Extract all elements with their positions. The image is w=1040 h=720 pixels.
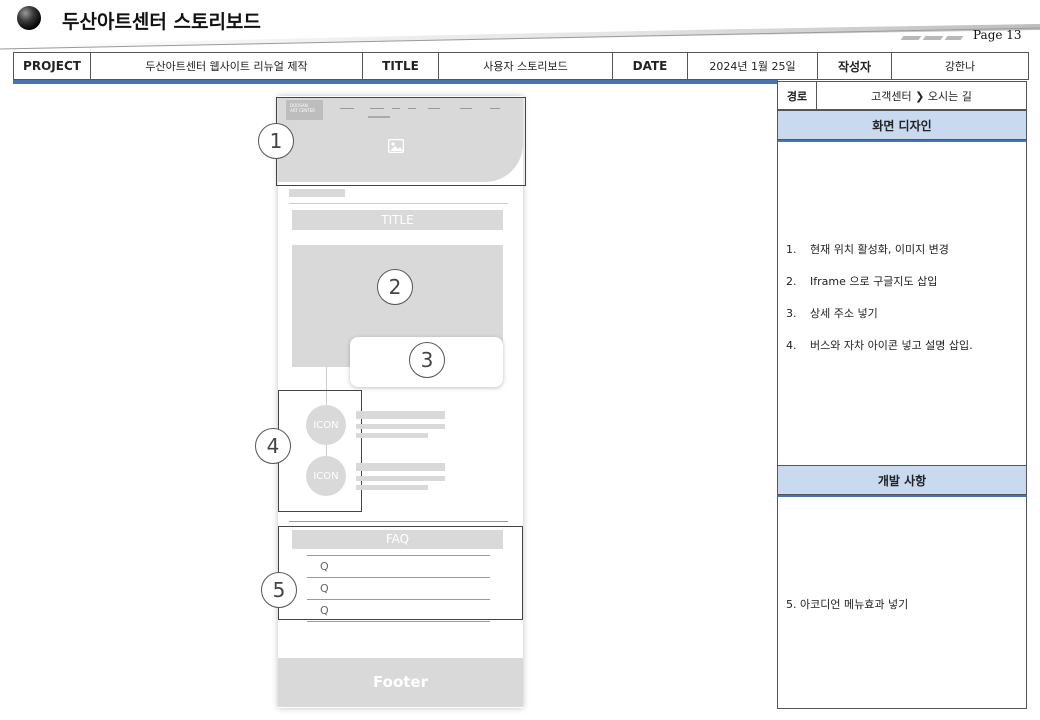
text-placeholder — [356, 424, 445, 429]
marker-2: 2 — [377, 269, 413, 305]
dev-note: 5. 아코디언 메뉴효과 넣기 — [786, 598, 909, 611]
author-value: 강한나 — [891, 52, 1029, 80]
marker-1: 1 — [258, 123, 294, 159]
breadcrumb-placeholder — [289, 189, 345, 197]
design-item: 2. Iframe 으로 구글지도 삽입 — [786, 275, 938, 288]
date-label: DATE — [612, 52, 688, 80]
path-label: 경로 — [777, 81, 817, 110]
design-item: 3. 상세 주소 넣기 — [786, 307, 878, 320]
design-item: 1. 현재 위치 활성화, 이미지 변경 — [786, 243, 949, 256]
marker-3: 3 — [409, 342, 445, 378]
marker-4: 4 — [255, 428, 291, 464]
design-heading: 화면 디자인 — [777, 110, 1027, 140]
faq-question-row[interactable]: Q — [307, 557, 490, 578]
design-section — [777, 140, 1027, 466]
dev-heading: 개발 사항 — [777, 465, 1027, 495]
page-number: Page 13 — [973, 28, 1022, 42]
project-info-table: PROJECT 두산아트센터 웹사이트 리뉴얼 제작 TITLE 사용자 스토리… — [13, 52, 1029, 80]
header-ball-icon — [17, 6, 41, 30]
marker-5: 5 — [261, 572, 297, 608]
faq-divider — [307, 555, 490, 556]
author-label: 작성자 — [817, 52, 892, 80]
text-placeholder — [356, 411, 445, 419]
design-item: 4. 버스와 자차 아이콘 넣고 설명 삽입. — [786, 339, 973, 352]
text-placeholder — [356, 433, 428, 438]
title-value: 사용자 스토리보드 — [438, 52, 613, 80]
bus-icon: ICON — [306, 405, 346, 445]
divider — [289, 521, 508, 522]
faq-question-row[interactable]: Q — [307, 601, 490, 622]
header-dash — [944, 36, 964, 40]
section-1-outline — [276, 97, 526, 186]
text-placeholder — [356, 485, 428, 490]
project-label: PROJECT — [13, 52, 91, 80]
header-dash — [922, 36, 944, 40]
path-value: 고객센터 ❯ 오시는 길 — [816, 81, 1027, 110]
document-title: 두산아트센터 스토리보드 — [62, 11, 261, 33]
car-icon: ICON — [306, 456, 346, 496]
date-value: 2024년 1월 25일 — [687, 52, 818, 80]
divider — [289, 203, 508, 204]
title-label: TITLE — [362, 52, 439, 80]
project-value: 두산아트센터 웹사이트 리뉴얼 제작 — [90, 52, 363, 80]
text-placeholder — [356, 463, 445, 471]
title-placeholder: TITLE — [292, 210, 503, 230]
header-dash — [900, 36, 922, 40]
header-divider — [13, 80, 778, 84]
text-placeholder — [356, 476, 445, 481]
footer-placeholder: Footer — [278, 658, 523, 707]
faq-title: FAQ — [292, 530, 503, 549]
faq-question-row[interactable]: Q — [307, 579, 490, 600]
